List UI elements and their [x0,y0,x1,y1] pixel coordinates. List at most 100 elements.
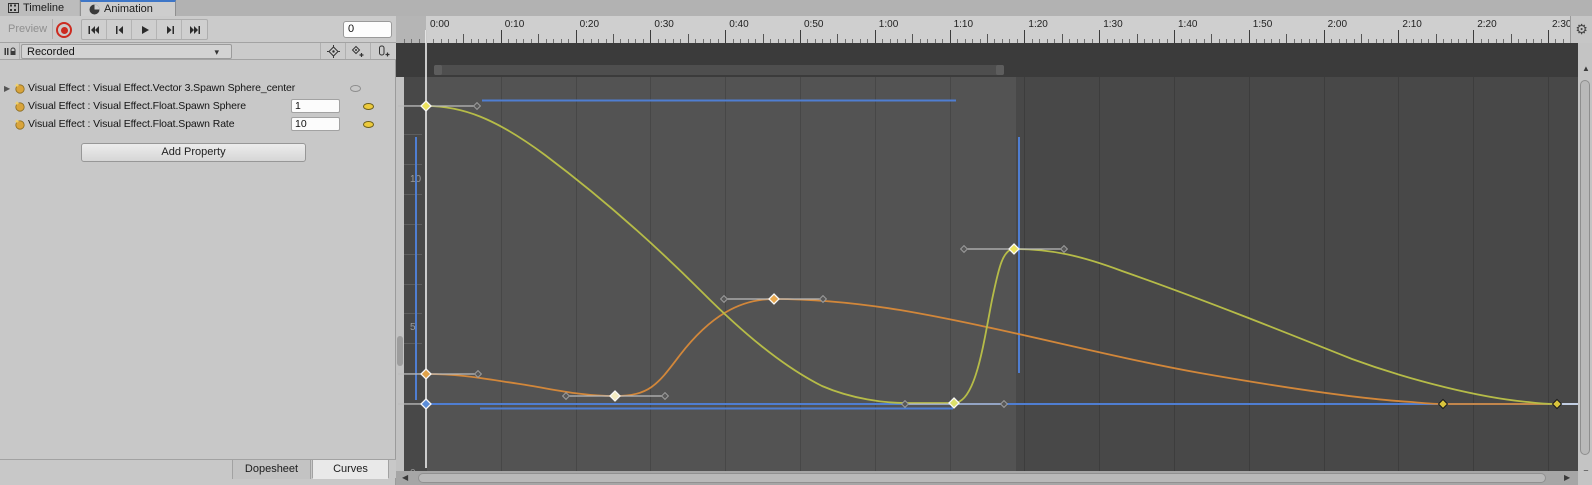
gridline [1323,77,1325,471]
property-label: Visual Effect : Visual Effect.Vector 3.S… [28,82,296,94]
ruler-tick [762,34,764,43]
value-tick [404,403,422,404]
zoombar-left-handle[interactable] [434,65,442,75]
scroll-right-icon[interactable]: ▶ [1564,474,1570,482]
ruler-tick [538,34,540,43]
ruler-tick [500,30,502,43]
chevron-down-icon: ▾ [214,47,219,57]
ruler-tick [1473,30,1475,43]
ruler-tick [987,34,988,43]
zoombar-thumb[interactable] [434,65,1004,75]
go-to-end-button[interactable] [182,20,207,39]
gridline [800,77,801,471]
vertical-scroll-thumb[interactable] [1580,80,1590,455]
property-value-field[interactable]: 1 [291,99,340,113]
film-icon [8,3,19,13]
tab-dopesheet[interactable]: Dopesheet [232,460,311,479]
gridline [949,77,951,471]
go-to-start-icon [88,25,99,34]
vertical-scrollbar[interactable]: ▲ ▼ [1578,43,1592,485]
value-axis-gutter[interactable] [396,77,404,471]
filter-lock-button[interactable] [0,43,20,59]
tab-timeline-label: Timeline [23,2,65,14]
tab-timeline[interactable]: Timeline [0,0,79,16]
set-keyframe-icon [326,44,340,58]
curve-color-indicator[interactable] [350,85,361,92]
curve-viewport[interactable]: 1050 [396,77,1578,471]
ruler-tick [725,30,727,43]
go-to-end-icon [189,25,200,34]
previous-key-icon [115,25,123,34]
tab-curves[interactable]: Curves [312,460,389,479]
gridline [1174,77,1175,471]
ruler-time-label: 0:50 [804,19,824,30]
value-tick [404,343,422,345]
ruler-tick [1286,34,1288,43]
ruler-tick [1024,30,1026,43]
clip-dropdown[interactable]: Recorded ▾ [21,44,232,59]
property-row-spawn-sphere[interactable]: Visual Effect : Visual Effect.Float.Spaw… [0,97,396,115]
value-tick [404,283,422,285]
horizontal-scroll-thumb[interactable] [418,473,1546,483]
ruler-time-label: 2:30 [1552,19,1572,30]
gridline [1398,77,1400,471]
zoombar-right-handle[interactable] [996,65,1004,75]
value-tick [404,253,422,255]
add-event-icon [378,45,389,56]
playback-toolbar: Preview 0 [0,16,396,43]
property-label: Visual Effect : Visual Effect.Float.Spaw… [28,118,235,130]
ruler-tick [837,34,839,43]
ruler-time-label: 1:00 [878,19,899,30]
property-row-spawn-rate[interactable]: Visual Effect : Visual Effect.Float.Spaw… [0,115,396,133]
record-button[interactable] [56,22,72,38]
ruler-time-label: 0:40 [729,19,749,30]
next-key-icon [166,25,174,34]
tab-animation[interactable]: Animation [80,0,176,16]
ruler-tick [575,30,577,43]
ruler-time-label: 2:10 [1402,19,1422,30]
ruler-tick [1435,34,1437,43]
animation-window: Timeline Animation ⋮ Preview 0 [0,0,1592,485]
transport-controls [81,19,208,40]
value-scroll-thumb[interactable] [397,336,403,366]
scroll-left-icon[interactable]: ◀ [402,474,408,482]
add-keyframe-icon [351,45,364,57]
previous-key-button[interactable] [107,20,132,39]
property-value-field[interactable]: 10 [291,117,340,131]
foldout-arrow-icon[interactable]: ▶ [4,84,10,93]
gridline [650,77,652,471]
gear-icon[interactable]: ⚙ [1570,16,1592,43]
gridline [1473,77,1475,471]
scroll-up-icon[interactable]: ▲ [1582,65,1590,73]
ruler-tick [1174,30,1175,43]
preview-toggle[interactable]: Preview [8,23,47,35]
add-property-button[interactable]: Add Property [81,143,306,162]
value-tick [404,223,422,225]
add-event-button[interactable] [370,43,396,59]
go-to-start-button[interactable] [82,20,107,39]
time-zoombar[interactable] [396,63,1578,77]
left-panel: Preview 0 Recorded ▾ ▶ Visual Effect: V… [0,16,396,485]
ruler-time-label: 0:20 [579,19,600,30]
add-keyframe-button[interactable] [345,43,370,59]
ruler-time-label: 1:50 [1252,19,1273,30]
horizontal-scrollbar[interactable]: ◀ ▶ [396,471,1578,485]
play-button[interactable] [132,20,157,39]
ruler-tick [1211,34,1213,43]
ruler-time-label: 0:30 [654,19,674,30]
curve-color-indicator[interactable] [363,121,374,128]
gridline [725,77,727,471]
frame-field[interactable]: 0 [343,21,392,38]
ruler-time-label: 2:00 [1327,19,1348,30]
ruler-time-label: 1:40 [1178,19,1198,30]
ruler-time-label: 0:00 [430,19,450,30]
gridline [1548,77,1549,471]
property-row-spawn-sphere-center[interactable]: ▶ Visual Effect : Visual Effect.Vector 3… [0,79,396,97]
curve-color-indicator[interactable] [363,103,374,110]
time-ruler[interactable]: 0:00 0:10 0:20 0:30 0:40 0:50 1:00 1:10 1:20 1:30… [396,16,1578,43]
view-mode-tabs: Dopesheet Curves [0,459,396,479]
record-dot-icon [60,26,68,34]
next-key-button[interactable] [157,20,182,39]
ruler-tick [874,30,876,43]
set-keyframe-button[interactable] [320,43,345,59]
